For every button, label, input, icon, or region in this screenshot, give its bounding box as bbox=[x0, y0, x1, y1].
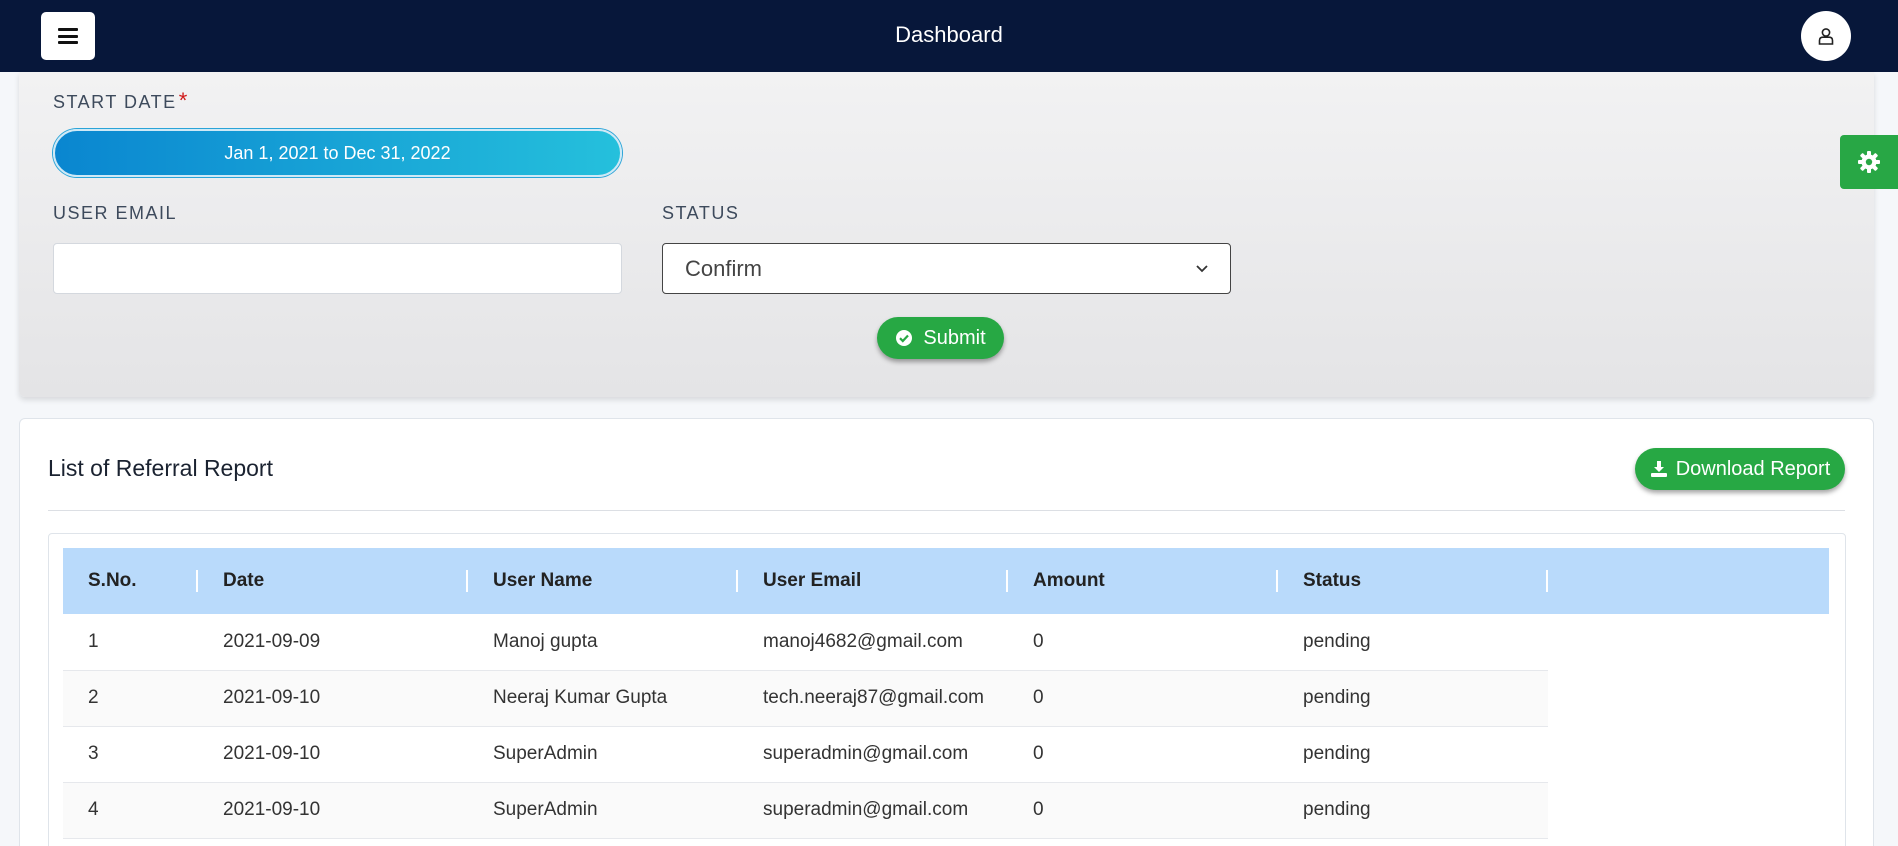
report-title: List of Referral Report bbox=[48, 455, 273, 481]
cell-date: 2021-09-10 bbox=[198, 726, 468, 783]
cell-user-name: SuperAdmin bbox=[468, 782, 738, 839]
cell-amount: 0 bbox=[1008, 670, 1278, 727]
required-mark: * bbox=[178, 88, 189, 113]
cell-filler bbox=[1548, 614, 1829, 670]
cell-status: pending bbox=[1278, 726, 1548, 783]
cell-sno: 3 bbox=[63, 726, 198, 783]
settings-tab-button[interactable] bbox=[1840, 135, 1898, 189]
cell-sno: 4 bbox=[63, 782, 198, 839]
column-header-user-name[interactable]: User Name bbox=[468, 548, 738, 614]
cell-filler bbox=[1548, 670, 1829, 726]
download-report-button[interactable]: Download Report bbox=[1635, 448, 1845, 490]
cell-user-email: superadmin@gmail.com bbox=[738, 726, 1008, 783]
cell-user-email: manoj4682@gmail.com bbox=[738, 614, 1008, 671]
gear-icon bbox=[1858, 151, 1880, 173]
column-header-sno[interactable]: S.No. bbox=[63, 548, 198, 614]
user-profile-button[interactable] bbox=[1801, 11, 1851, 61]
status-select[interactable]: Confirm bbox=[662, 243, 1231, 294]
cell-sno: 1 bbox=[63, 614, 198, 671]
cell-status: pending bbox=[1278, 670, 1548, 727]
cell-user-email: superadmin@gmail.com bbox=[738, 782, 1008, 839]
referral-report-table: S.No. Date User Name User Email Amount S… bbox=[63, 548, 1829, 839]
top-navbar: Dashboard bbox=[0, 0, 1898, 72]
column-header-amount[interactable]: Amount bbox=[1008, 548, 1278, 614]
table-header-row: S.No. Date User Name User Email Amount S… bbox=[63, 548, 1829, 614]
cell-status: pending bbox=[1278, 614, 1548, 671]
cell-user-name: SuperAdmin bbox=[468, 726, 738, 783]
cell-user-email: tech.neeraj87@gmail.com bbox=[738, 670, 1008, 727]
cell-amount: 0 bbox=[1008, 782, 1278, 839]
table-row: 1 2021-09-09 Manoj gupta manoj4682@gmail… bbox=[63, 614, 1829, 671]
user-email-label: USER EMAIL bbox=[53, 203, 178, 223]
cell-date: 2021-09-09 bbox=[198, 614, 468, 671]
cell-sno: 2 bbox=[63, 670, 198, 727]
download-report-label: Download Report bbox=[1675, 457, 1831, 480]
chevron-down-icon bbox=[1196, 264, 1208, 272]
status-selected-value: Confirm bbox=[685, 255, 763, 281]
submit-label: Submit bbox=[923, 326, 986, 349]
start-date-label: START DATE* bbox=[53, 88, 189, 113]
column-header-date[interactable]: Date bbox=[198, 548, 468, 614]
table-row: 2 2021-09-10 Neeraj Kumar Gupta tech.nee… bbox=[63, 670, 1829, 727]
cell-amount: 0 bbox=[1008, 614, 1278, 671]
cell-filler bbox=[1548, 782, 1829, 838]
submit-button[interactable]: Submit bbox=[877, 317, 1004, 359]
cell-status: pending bbox=[1278, 782, 1548, 839]
user-email-input[interactable] bbox=[53, 243, 622, 294]
download-icon bbox=[1650, 461, 1667, 477]
date-range-picker[interactable]: Jan 1, 2021 to Dec 31, 2022 bbox=[53, 129, 622, 177]
cell-date: 2021-09-10 bbox=[198, 670, 468, 727]
cell-user-name: Neeraj Kumar Gupta bbox=[468, 670, 738, 727]
page-title: Dashboard bbox=[895, 22, 1003, 47]
status-label: STATUS bbox=[662, 203, 740, 223]
user-icon bbox=[1818, 28, 1834, 45]
divider bbox=[48, 510, 1845, 511]
cell-user-name: Manoj gupta bbox=[468, 614, 738, 671]
table-row: 3 2021-09-10 SuperAdmin superadmin@gmail… bbox=[63, 726, 1829, 783]
cell-filler bbox=[1548, 726, 1829, 782]
column-header-status[interactable]: Status bbox=[1278, 548, 1548, 614]
cell-date: 2021-09-10 bbox=[198, 782, 468, 839]
check-circle-icon bbox=[896, 330, 913, 346]
cell-amount: 0 bbox=[1008, 726, 1278, 783]
column-header-filler bbox=[1548, 548, 1829, 614]
table-row: 4 2021-09-10 SuperAdmin superadmin@gmail… bbox=[63, 782, 1829, 839]
column-header-user-email[interactable]: User Email bbox=[738, 548, 1008, 614]
